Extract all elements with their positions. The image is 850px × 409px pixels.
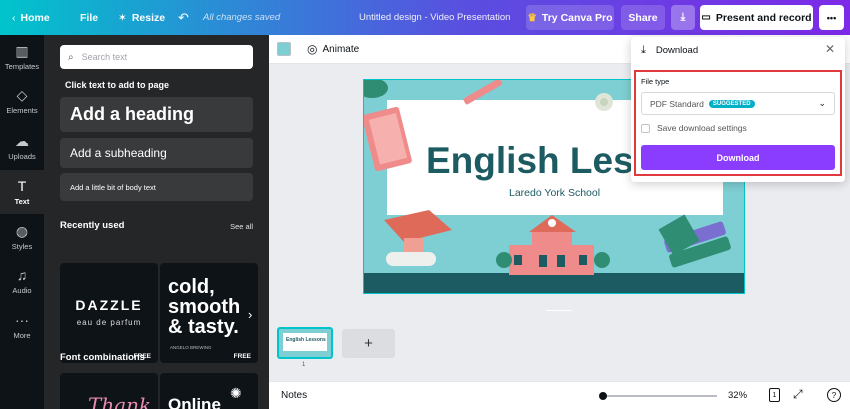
animate-icon: ◎ (307, 42, 318, 56)
checkbox-box (641, 123, 650, 133)
text-icon: T (17, 177, 27, 194)
more-icon: ··· (15, 311, 29, 328)
file-type-label: File type (641, 77, 670, 86)
combo-text: Online (168, 395, 221, 409)
sun-icon: ✺ (230, 385, 242, 401)
font-combo-card-2[interactable]: Online ✺ (160, 373, 258, 409)
left-rail: ▥ Templates ◇ Elements ☁ Uploads T Text ◍ Sty… (0, 35, 44, 409)
top-bar: ‹ Home File ✶ Resize ↶ All changes saved U… (0, 0, 850, 35)
graduation-cap-illustration (384, 210, 452, 266)
font-combo-card-1[interactable]: Thank (60, 373, 158, 409)
search-icon: ⌕ (68, 51, 74, 63)
font-card-dazzle[interactable]: DAZZLE eau de parfum FREE (60, 263, 158, 363)
rail-templates[interactable]: ▥ Templates (0, 35, 44, 79)
download-header-icon: ⤓ (641, 44, 646, 56)
download-icon[interactable]: ⤓ (671, 5, 695, 30)
card-small-text: ANGELO BREWING (170, 345, 212, 350)
page-thumbnail[interactable]: English Lessons (277, 327, 333, 359)
share-button[interactable]: Share (621, 5, 665, 30)
document-title[interactable]: Untitled design - Video Presentation (359, 0, 510, 35)
fullscreen-icon[interactable]: ⤢ (793, 387, 803, 402)
combo-text: Thank (88, 393, 152, 409)
sparkle-icon: ✶ (118, 11, 127, 24)
download-panel: ⤓ Download ✕ File type PDF Standard SUGGE… (631, 37, 845, 182)
page-strip: English Lessons 1 + (269, 311, 850, 371)
zoom-level[interactable]: 32% (728, 390, 747, 401)
present-and-record-button[interactable]: ▭ Present and record (700, 5, 813, 30)
rail-more[interactable]: ··· More (0, 304, 44, 348)
video-icon: ▭ (701, 12, 711, 23)
color-swatch[interactable] (277, 42, 291, 56)
click-text-hint: Click text to add to page (65, 80, 170, 90)
crown-icon: ♛ (527, 11, 537, 24)
card-line: & tasty. (168, 316, 239, 338)
rail-styles[interactable]: ◍ Styles (0, 215, 44, 259)
free-badge: FREE (230, 352, 254, 361)
chevron-right-icon[interactable]: › (248, 307, 252, 322)
card-line: cold, (168, 276, 215, 298)
font-combinations-heading: Font combinations (60, 352, 145, 363)
search-input[interactable]: ⌕ Search text (60, 45, 253, 69)
rail-text[interactable]: T Text (0, 170, 44, 214)
uploads-icon: ☁ (15, 132, 29, 149)
try-canva-pro-button[interactable]: ♛ Try Canva Pro (526, 5, 614, 30)
home-button[interactable]: ‹ Home (12, 0, 50, 35)
animate-button[interactable]: ◎ Animate (307, 35, 359, 63)
download-header: ⤓ Download (641, 44, 699, 56)
file-type-select[interactable]: PDF Standard SUGGESTED ⌄ (641, 92, 835, 115)
resize-button[interactable]: ✶ Resize (118, 0, 165, 35)
add-heading-button[interactable]: Add a heading (60, 97, 253, 132)
thumb-title: English Lessons (286, 337, 326, 343)
add-body-text-button[interactable]: Add a little bit of body text (60, 173, 253, 201)
save-settings-checkbox[interactable]: Save download settings (641, 123, 747, 133)
add-subheading-button[interactable]: Add a subheading (60, 138, 253, 168)
notebook-illustration (364, 106, 412, 172)
text-panel: ⌕ Search text Click text to add to page A… (44, 35, 269, 409)
books-stack-illustration (658, 214, 731, 268)
undo-icon[interactable]: ↶ (178, 0, 189, 35)
card-line: smooth (168, 296, 241, 318)
corner-plant-illustration (364, 80, 388, 98)
download-submit-button[interactable]: Download (641, 145, 835, 170)
help-button[interactable]: ? (827, 388, 841, 402)
bottom-bar: Notes 32% 1 ⤢ ? (269, 381, 850, 409)
see-all-link[interactable]: See all (230, 222, 253, 231)
save-status: All changes saved (203, 12, 281, 23)
page-number: 1 (302, 362, 306, 368)
card-subtitle: eau de parfum (76, 318, 142, 327)
notes-button[interactable]: Notes (281, 390, 307, 401)
file-menu[interactable]: File (80, 0, 98, 35)
pencil-illustration (463, 80, 502, 105)
chevron-left-icon: ‹ (12, 11, 16, 24)
card-title: DAZZLE (75, 297, 143, 313)
close-icon[interactable]: ✕ (825, 42, 835, 56)
school-building-illustration (496, 215, 610, 275)
page-count-button[interactable]: 1 (769, 388, 780, 402)
zoom-slider-knob[interactable] (599, 392, 607, 400)
zoom-slider[interactable] (599, 392, 717, 400)
rail-uploads[interactable]: ☁ Uploads (0, 125, 44, 169)
rail-elements[interactable]: ◇ Elements (0, 79, 44, 123)
suggested-badge: SUGGESTED (708, 99, 755, 108)
flower-illustration (595, 93, 613, 111)
more-options-button[interactable]: ••• (819, 5, 844, 30)
elements-icon: ◇ (16, 86, 28, 103)
font-card-cold-smooth[interactable]: cold, smooth & tasty. ANGELO BREWING FRE… (160, 263, 258, 363)
add-page-button[interactable]: + (342, 329, 395, 358)
recently-used-heading: Recently used (60, 220, 125, 231)
styles-icon: ◍ (15, 222, 29, 239)
rail-audio[interactable]: ♫ Audio (0, 259, 44, 303)
chevron-down-icon: ⌄ (818, 98, 826, 108)
audio-icon: ♫ (16, 266, 28, 283)
templates-icon: ▥ (15, 42, 29, 59)
